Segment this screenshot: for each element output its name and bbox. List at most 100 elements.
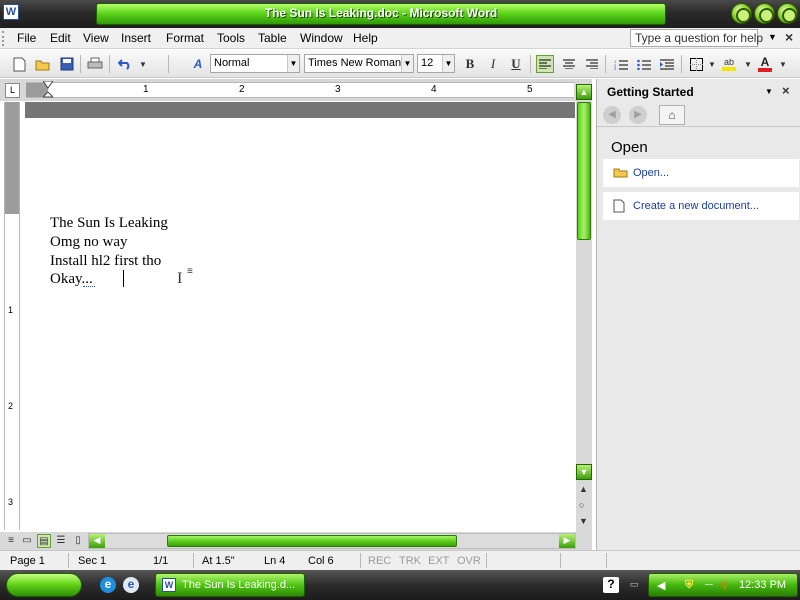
close-button[interactable] [777,3,798,24]
align-right-icon[interactable] [583,55,601,73]
numbered-list-icon[interactable]: 123 [612,55,630,73]
horizontal-ruler[interactable]: 1 2 3 4 5 [26,80,574,99]
normal-view-icon[interactable]: ≡ [4,534,18,548]
web-layout-icon[interactable]: ▭ [20,534,34,548]
bold-button[interactable]: B [461,55,479,73]
horizontal-scroll-thumb[interactable] [167,535,457,547]
tab-selector-icon[interactable]: L [5,83,20,98]
borders-dropdown-icon[interactable]: ▼ [703,55,721,73]
status-trk[interactable]: TRK [399,555,421,567]
home-icon[interactable]: ⌂ [659,105,685,125]
italic-button[interactable]: I [484,55,502,73]
styles-pane-icon[interactable]: A [189,55,207,73]
menu-file[interactable]: File [17,31,36,45]
print-icon[interactable] [86,55,104,73]
status-rec[interactable]: REC [368,555,391,567]
help-search-input[interactable]: Type a question for help [630,29,763,47]
help-tray-icon[interactable]: ? [603,577,619,593]
menu-grip[interactable] [2,31,5,46]
open-folder-icon[interactable] [34,55,52,73]
document-close-icon[interactable]: × [785,29,793,45]
horizontal-scrollbar[interactable]: ◀ ▶ [88,533,576,549]
click-and-type-icon: ≡ [187,266,193,277]
menu-view[interactable]: View [83,31,109,45]
word-app-icon[interactable]: W [3,4,19,20]
status-ext[interactable]: EXT [428,555,449,567]
network-icon[interactable]: ─ [705,579,713,591]
indent-icon[interactable] [658,55,676,73]
vertical-ruler[interactable]: 1 2 3 [4,102,20,530]
next-page-icon[interactable]: ▼ [579,516,588,526]
task-pane-dropdown-icon[interactable]: ▼ [765,87,773,96]
create-document-row[interactable]: Create a new document... [603,192,799,220]
document-line[interactable]: Omg no way [50,234,128,251]
underline-button[interactable]: U [507,55,525,73]
font-color-dropdown-icon[interactable]: ▼ [774,55,792,73]
align-center-icon[interactable] [560,55,578,73]
back-icon[interactable]: ◀ [603,106,621,124]
scroll-up-icon[interactable]: ▲ [576,84,592,100]
help-dropdown-icon[interactable]: ▼ [768,32,777,42]
search-tray-icon[interactable]: ⚲ [721,579,729,592]
show-desktop-icon[interactable]: ▭ [626,577,642,593]
open-link[interactable]: Open... [633,167,669,179]
internet-explorer-icon[interactable]: e [100,577,116,593]
create-document-link[interactable]: Create a new document... [633,200,759,212]
highlight-icon[interactable]: ab [720,55,738,73]
status-bar: Page 1 Sec 1 1/1 At 1.5" Ln 4 Col 6 REC … [0,550,800,570]
start-button[interactable] [6,573,82,597]
open-link-row[interactable]: Open... [603,159,799,187]
browse-object-icon[interactable]: ○ [579,500,584,510]
font-dropdown-icon[interactable]: ▼ [401,55,413,72]
document-line[interactable]: The Sun Is Leaking [50,215,168,232]
document-line[interactable]: Install hl2 first tho [50,253,161,270]
forward-icon[interactable]: ▶ [629,106,647,124]
font-size-select[interactable]: 12 ▼ [417,54,455,73]
scroll-right-icon[interactable]: ▶ [559,534,575,548]
first-line-indent-marker[interactable] [42,80,54,89]
print-layout-icon[interactable]: ▤ [37,534,51,548]
undo-icon[interactable] [116,55,134,73]
font-color-icon[interactable]: A [756,55,774,73]
reading-layout-icon[interactable]: ▯ [71,534,85,548]
undo-dropdown-icon[interactable]: ▼ [134,55,152,73]
menu-format[interactable]: Format [166,31,204,45]
clock[interactable]: 12:33 PM [739,579,786,591]
hanging-indent-marker[interactable] [41,91,55,99]
save-icon[interactable] [58,55,76,73]
outline-view-icon[interactable]: ☰ [54,534,68,548]
vertical-scroll-thumb[interactable] [577,102,591,240]
maximize-button[interactable] [754,3,775,24]
menu-help[interactable]: Help [353,31,378,45]
font-select[interactable]: Times New Roman ▼ [304,54,414,73]
style-dropdown-icon[interactable]: ▼ [287,55,299,72]
menu-insert[interactable]: Insert [121,31,151,45]
bullet-list-icon[interactable] [635,55,653,73]
security-shield-icon[interactable]: ⛨ [685,579,693,592]
menu-edit[interactable]: Edit [50,31,71,45]
quicklaunch-icon[interactable]: e [123,577,139,593]
task-pane-close-icon[interactable]: × [782,83,790,98]
menu-table[interactable]: Table [258,31,287,45]
align-left-icon[interactable] [536,55,554,73]
toolbar-separator [530,55,531,73]
document-page[interactable]: The Sun Is Leaking Omg no way Install hl… [25,102,575,532]
status-divider [606,553,607,568]
new-document-icon[interactable] [10,55,28,73]
tray-arrow-icon[interactable]: ◀ [657,579,665,592]
status-ovr[interactable]: OVR [457,555,481,567]
highlight-dropdown-icon[interactable]: ▼ [739,55,757,73]
menu-window[interactable]: Window [300,31,343,45]
status-divider [360,553,361,568]
previous-page-icon[interactable]: ▲ [579,484,588,494]
style-select[interactable]: Normal ▼ [210,54,300,73]
font-size-dropdown-icon[interactable]: ▼ [442,55,454,72]
taskbar-word-button[interactable]: W The Sun Is Leaking.d... [155,573,305,597]
scroll-left-icon[interactable]: ◀ [89,534,105,548]
menu-tools[interactable]: Tools [217,31,245,45]
minimize-button[interactable] [731,3,752,24]
toolbar-separator [168,55,169,73]
vertical-scrollbar[interactable]: ▲ ▼ ▲ ○ ▼ [576,84,592,532]
scroll-down-icon[interactable]: ▼ [576,464,592,480]
task-pane-title[interactable]: Getting Started [607,85,694,99]
